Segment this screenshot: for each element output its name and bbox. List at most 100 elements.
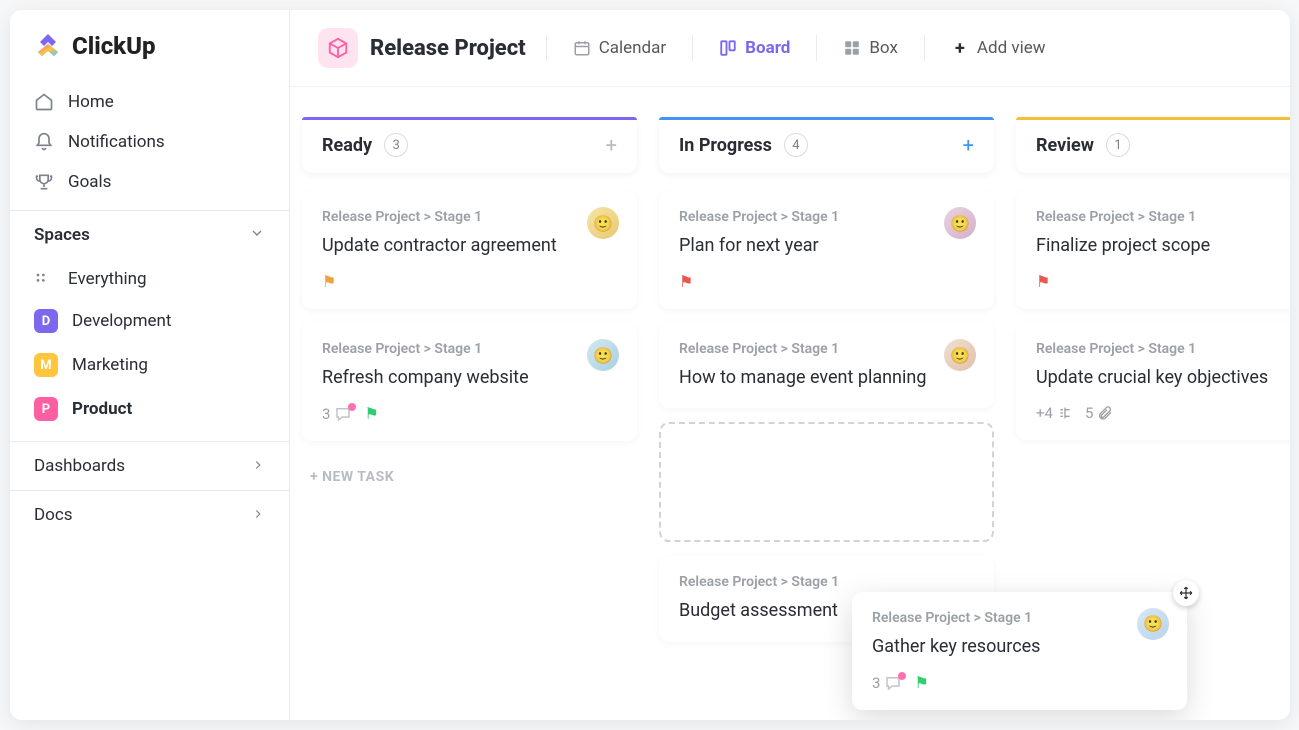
task-card[interactable]: Release Project > Stage 1 Plan for next … bbox=[659, 191, 994, 309]
add-view-button[interactable]: + Add view bbox=[945, 34, 1052, 62]
card-breadcrumb: Release Project > Stage 1 bbox=[1036, 341, 1286, 357]
grid-icon bbox=[843, 39, 861, 57]
card-breadcrumb: Release Project > Stage 1 bbox=[872, 610, 1167, 626]
card-title: Finalize project scope bbox=[1036, 233, 1286, 258]
view-label: Box bbox=[869, 38, 898, 58]
sidebar-dashboards[interactable]: Dashboards bbox=[10, 441, 289, 490]
column-ready: Ready 3 + Release Project > Stage 1 Upda… bbox=[302, 117, 637, 720]
space-label: Development bbox=[72, 311, 171, 331]
logo[interactable]: ClickUp bbox=[10, 10, 289, 82]
flag-icon[interactable]: ⚑ bbox=[364, 404, 378, 423]
card-title: Refresh company website bbox=[322, 365, 617, 390]
attachment-count[interactable]: 5 bbox=[1085, 404, 1113, 422]
unread-dot-icon bbox=[348, 403, 356, 411]
column-header[interactable]: Ready 3 + bbox=[302, 117, 637, 173]
card-breadcrumb: Release Project > Stage 1 bbox=[322, 209, 617, 225]
spaces-title: Spaces bbox=[34, 225, 90, 245]
view-label: Calendar bbox=[599, 38, 666, 58]
card-breadcrumb: Release Project > Stage 1 bbox=[679, 341, 974, 357]
task-card[interactable]: Release Project > Stage 1 Update crucial… bbox=[1016, 323, 1290, 440]
nav-goals[interactable]: Goals bbox=[10, 162, 289, 202]
sidebar-item-everything[interactable]: Everything bbox=[10, 259, 289, 299]
bell-icon bbox=[34, 132, 54, 152]
column-count: 4 bbox=[784, 133, 808, 157]
card-breadcrumb: Release Project > Stage 1 bbox=[322, 341, 617, 357]
chevron-right-icon bbox=[251, 506, 265, 525]
avatar[interactable] bbox=[587, 339, 619, 371]
avatar[interactable] bbox=[1137, 608, 1169, 640]
card-title: Plan for next year bbox=[679, 233, 974, 258]
task-card[interactable]: Release Project > Stage 1 Refresh compan… bbox=[302, 323, 637, 441]
task-card[interactable]: Release Project > Stage 1 Finalize proje… bbox=[1016, 191, 1290, 309]
bottom-label: Docs bbox=[34, 505, 73, 525]
dragging-task-card[interactable]: Release Project > Stage 1 Gather key res… bbox=[852, 592, 1187, 710]
nav-label: Goals bbox=[68, 172, 111, 192]
sidebar-docs[interactable]: Docs bbox=[10, 490, 289, 539]
sidebar-item-marketing[interactable]: M Marketing bbox=[10, 343, 289, 387]
project-title: Release Project bbox=[370, 36, 526, 61]
column-header[interactable]: In Progress 4 + bbox=[659, 117, 994, 173]
nav-home[interactable]: Home bbox=[10, 82, 289, 122]
space-label: Marketing bbox=[72, 355, 148, 375]
card-title: Gather key resources bbox=[872, 634, 1167, 659]
view-box[interactable]: Box bbox=[837, 34, 904, 62]
divider bbox=[546, 35, 547, 61]
project-box-icon bbox=[318, 28, 358, 68]
space-badge: M bbox=[34, 353, 58, 377]
card-breadcrumb: Release Project > Stage 1 bbox=[1036, 209, 1286, 225]
view-label: Add view bbox=[977, 38, 1046, 58]
card-breadcrumb: Release Project > Stage 1 bbox=[679, 574, 974, 590]
plus-icon: + bbox=[951, 39, 969, 57]
space-label: Product bbox=[72, 399, 132, 419]
new-task-button[interactable]: + NEW TASK bbox=[302, 455, 637, 485]
main-area: Release Project Calendar Board Box + Add… bbox=[290, 10, 1290, 720]
column-count: 1 bbox=[1106, 133, 1130, 157]
board-icon bbox=[719, 39, 737, 57]
space-label: Everything bbox=[68, 269, 147, 289]
spaces-header[interactable]: Spaces bbox=[10, 210, 289, 259]
flag-icon[interactable]: ⚑ bbox=[914, 673, 928, 692]
card-title: Update crucial key objectives bbox=[1036, 365, 1286, 390]
sidebar: ClickUp Home Notifications Goals Spaces … bbox=[10, 10, 290, 720]
trophy-icon bbox=[34, 172, 54, 192]
grid-icon bbox=[34, 271, 54, 287]
task-card[interactable]: Release Project > Stage 1 Update contrac… bbox=[302, 191, 637, 309]
flag-icon[interactable]: ⚑ bbox=[1036, 272, 1050, 291]
home-icon bbox=[34, 92, 54, 112]
move-icon bbox=[1173, 580, 1199, 606]
avatar[interactable] bbox=[587, 207, 619, 239]
avatar[interactable] bbox=[944, 339, 976, 371]
column-body: Release Project > Stage 1 Finalize proje… bbox=[1016, 173, 1290, 440]
bottom-label: Dashboards bbox=[34, 456, 125, 476]
subtask-count[interactable]: +4 bbox=[1036, 404, 1073, 422]
comment-count[interactable]: 3 bbox=[872, 674, 902, 692]
unread-dot-icon bbox=[898, 672, 906, 680]
app-name: ClickUp bbox=[72, 32, 156, 60]
add-task-button[interactable]: + bbox=[963, 133, 974, 157]
task-card[interactable]: Release Project > Stage 1 How to manage … bbox=[659, 323, 994, 408]
view-board[interactable]: Board bbox=[713, 34, 796, 62]
chevron-right-icon bbox=[251, 457, 265, 476]
app-window: ClickUp Home Notifications Goals Spaces … bbox=[10, 10, 1290, 720]
add-task-button[interactable]: + bbox=[606, 133, 617, 157]
divider bbox=[692, 35, 693, 61]
clickup-logo-icon bbox=[34, 32, 62, 60]
topbar: Release Project Calendar Board Box + Add… bbox=[290, 10, 1290, 87]
column-header[interactable]: Review 1 bbox=[1016, 117, 1290, 173]
view-calendar[interactable]: Calendar bbox=[567, 34, 672, 62]
card-title: How to manage event planning bbox=[679, 365, 974, 390]
column-title: In Progress bbox=[679, 135, 772, 156]
drop-zone[interactable] bbox=[659, 422, 994, 542]
sidebar-item-product[interactable]: P Product bbox=[10, 387, 289, 431]
space-badge: D bbox=[34, 309, 58, 333]
flag-icon[interactable]: ⚑ bbox=[679, 272, 693, 291]
column-count: 3 bbox=[384, 133, 408, 157]
nav-label: Notifications bbox=[68, 132, 165, 152]
sidebar-item-development[interactable]: D Development bbox=[10, 299, 289, 343]
flag-icon[interactable]: ⚑ bbox=[322, 272, 336, 291]
divider bbox=[816, 35, 817, 61]
column-title: Review bbox=[1036, 135, 1094, 156]
comment-count[interactable]: 3 bbox=[322, 405, 352, 423]
avatar[interactable] bbox=[944, 207, 976, 239]
nav-notifications[interactable]: Notifications bbox=[10, 122, 289, 162]
